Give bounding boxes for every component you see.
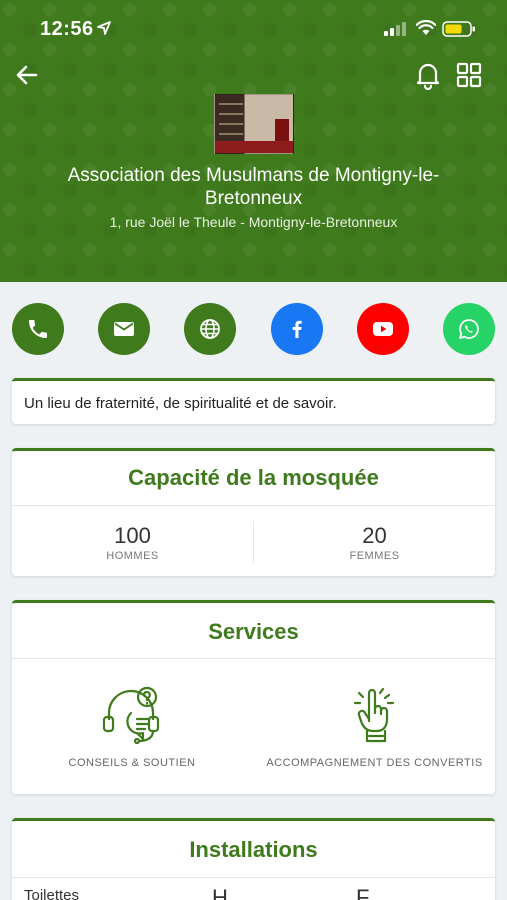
installations-men-value: H bbox=[212, 885, 228, 900]
installations-divider bbox=[12, 877, 495, 878]
facebook-button[interactable] bbox=[271, 303, 323, 355]
email-icon bbox=[114, 322, 134, 336]
phone-icon bbox=[29, 320, 47, 338]
women-capacity-label: FEMMES bbox=[349, 550, 400, 562]
capacity-card: Capacité de la mosquée 100 HOMMES 20 FEM… bbox=[12, 448, 495, 576]
battery-icon bbox=[442, 21, 475, 37]
service-label-converts: ACCOMPAGNEMENT DES CONVERTIS bbox=[266, 757, 483, 769]
services-card: Services CONSEILS & SOUTIEN ACCOMPAGNEME… bbox=[12, 600, 495, 794]
tagline-text: Un lieu de fraternité, de spiritualité e… bbox=[24, 395, 337, 412]
location-arrow-icon bbox=[97, 21, 111, 35]
installations-women-value: F bbox=[356, 885, 370, 900]
status-time: 12:56 bbox=[40, 18, 94, 40]
phone-button[interactable] bbox=[12, 303, 64, 355]
wifi-icon bbox=[416, 20, 436, 35]
women-capacity-value: 20 bbox=[362, 523, 387, 548]
association-address: 1, rue Joël le Theule - Montigny-le-Bret… bbox=[109, 214, 398, 230]
tagline-card: Un lieu de fraternité, de spiritualité e… bbox=[12, 378, 495, 424]
globe-icon bbox=[200, 319, 220, 339]
mosque-photo bbox=[214, 94, 294, 154]
back-arrow-icon[interactable] bbox=[14, 62, 40, 88]
men-capacity-value: 100 bbox=[114, 523, 151, 548]
website-button[interactable] bbox=[184, 303, 236, 355]
support-headset-icon bbox=[102, 686, 160, 745]
association-name: Association des Musulmans de Montigny-le… bbox=[67, 165, 440, 209]
service-label-support: CONSEILS & SOUTIEN bbox=[68, 757, 196, 769]
cellular-signal-icon bbox=[384, 22, 406, 36]
youtube-button[interactable] bbox=[357, 303, 409, 355]
capacity-title: Capacité de la mosquée bbox=[128, 465, 379, 490]
installations-title: Installations bbox=[189, 837, 318, 862]
raised-finger-icon bbox=[353, 687, 395, 743]
notification-bell-icon[interactable] bbox=[414, 60, 442, 90]
youtube-icon bbox=[373, 322, 393, 336]
services-divider bbox=[12, 658, 495, 659]
capacity-divider bbox=[12, 505, 495, 506]
installations-row-label: Toilettes bbox=[24, 887, 80, 900]
whatsapp-button[interactable] bbox=[443, 303, 495, 355]
header-scallop-border bbox=[0, 276, 507, 288]
email-button[interactable] bbox=[98, 303, 150, 355]
installations-card: Installations Toilettes H F bbox=[12, 818, 495, 900]
services-title: Services bbox=[208, 619, 299, 644]
men-capacity-label: HOMMES bbox=[106, 550, 159, 562]
grid-menu-icon[interactable] bbox=[456, 62, 482, 88]
whatsapp-icon bbox=[459, 319, 479, 339]
status-bar: 12:56 bbox=[0, 14, 507, 44]
facebook-icon bbox=[292, 320, 302, 338]
